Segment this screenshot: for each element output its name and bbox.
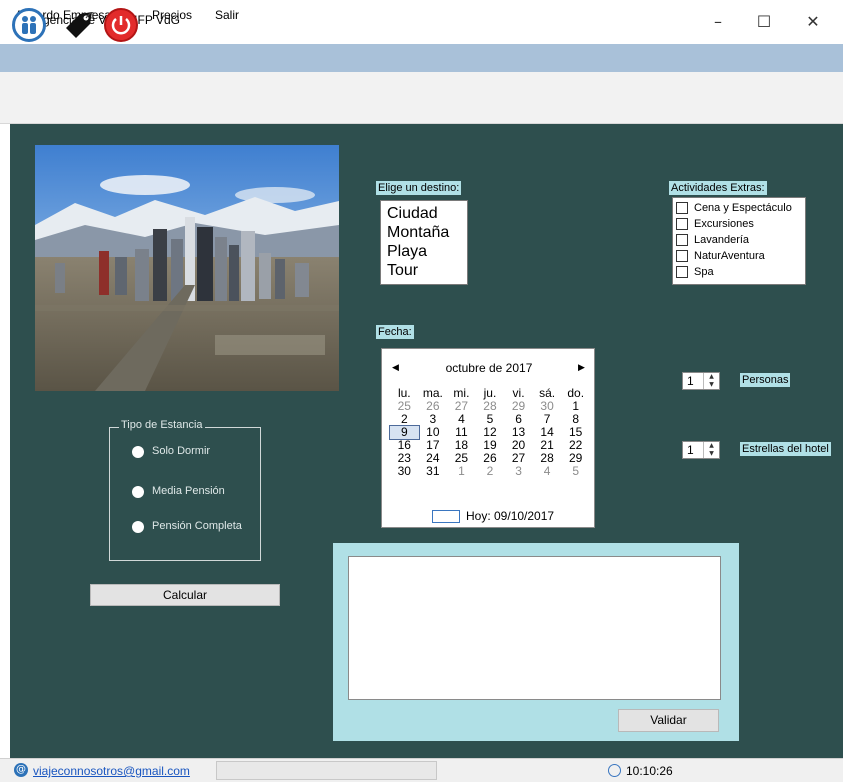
next-month-icon[interactable]: ▶ bbox=[578, 362, 585, 373]
calendar-day[interactable]: 31 bbox=[419, 465, 448, 478]
menu-salir[interactable]: Salir bbox=[215, 8, 239, 22]
calendar-day[interactable]: 4 bbox=[533, 465, 562, 478]
checkbox[interactable] bbox=[676, 250, 688, 262]
personas-value[interactable]: 1 bbox=[687, 374, 694, 388]
power-icon[interactable] bbox=[104, 8, 138, 42]
radio-solo-dormir[interactable] bbox=[132, 446, 144, 458]
calendar-day[interactable]: 5 bbox=[561, 465, 590, 478]
actividad-label: NaturAventura bbox=[694, 250, 765, 262]
email-icon: @ bbox=[14, 763, 28, 777]
email-link[interactable]: viajeconnosotros@gmail.com bbox=[33, 764, 190, 778]
minimize-button[interactable]: – bbox=[695, 8, 741, 36]
validar-button[interactable]: Validar bbox=[618, 709, 719, 732]
clock-icon bbox=[608, 764, 621, 777]
radio-label-solo-dormir[interactable]: Solo Dormir bbox=[152, 445, 210, 457]
calendar-day[interactable]: 3 bbox=[504, 465, 533, 478]
calendar-month-title[interactable]: octubre de 2017 bbox=[382, 361, 596, 375]
status-time: 10:10:26 bbox=[626, 764, 673, 778]
calcular-button[interactable]: Calcular bbox=[90, 584, 280, 606]
calendar-day[interactable]: 30 bbox=[390, 465, 419, 478]
checkbox[interactable] bbox=[676, 202, 688, 214]
calendar-day[interactable]: 2 bbox=[476, 465, 505, 478]
actividad-item[interactable]: Spa bbox=[676, 264, 802, 280]
status-field bbox=[216, 761, 437, 780]
destino-label: Elige un destino: bbox=[376, 181, 462, 195]
radio-pension-completa[interactable] bbox=[132, 521, 144, 533]
actividad-label: Spa bbox=[694, 266, 714, 278]
actividad-label: Excursiones bbox=[694, 218, 754, 230]
radio-label-pension-completa[interactable]: Pensión Completa bbox=[152, 520, 242, 532]
radio-label-media-pension[interactable]: Media Pensión bbox=[152, 485, 225, 497]
actividades-label: Actividades Extras: bbox=[669, 181, 767, 195]
estrellas-value[interactable]: 1 bbox=[687, 443, 694, 457]
destino-item[interactable]: Tour bbox=[387, 261, 461, 280]
actividad-item[interactable]: Lavandería bbox=[676, 232, 802, 248]
calendar-day[interactable]: 1 bbox=[447, 465, 476, 478]
actividad-item[interactable]: Excursiones bbox=[676, 216, 802, 232]
price-tag-icon[interactable] bbox=[62, 8, 96, 42]
estancia-legend: Tipo de Estancia bbox=[119, 419, 205, 431]
checkbox[interactable] bbox=[676, 266, 688, 278]
actividad-label: Cena y Espectáculo bbox=[694, 202, 792, 214]
checkbox[interactable] bbox=[676, 234, 688, 246]
fecha-label: Fecha: bbox=[376, 325, 414, 339]
people-icon[interactable] bbox=[12, 8, 46, 42]
result-textbox[interactable] bbox=[348, 556, 721, 700]
today-marker bbox=[432, 510, 460, 523]
menu-precios[interactable]: Precios bbox=[152, 8, 192, 22]
actividad-label: Lavandería bbox=[694, 234, 750, 246]
estrellas-spinner[interactable]: 1 ▲ ▼ bbox=[682, 441, 720, 459]
estrellas-label: Estrellas del hotel bbox=[740, 442, 831, 456]
personas-spinner[interactable]: 1 ▲ ▼ bbox=[682, 372, 720, 390]
month-calendar[interactable]: ◀ octubre de 2017 ▶ lu. ma. mi. ju. vi. sá. do… bbox=[381, 348, 595, 528]
today-link[interactable]: Hoy: 09/10/2017 bbox=[466, 509, 554, 523]
spinner-arrows-icon[interactable]: ▲ ▼ bbox=[703, 373, 719, 389]
menu-bar bbox=[0, 44, 843, 72]
destino-item[interactable]: Playa bbox=[387, 242, 461, 261]
destino-item[interactable]: Montaña bbox=[387, 223, 461, 242]
actividad-item[interactable]: NaturAventura bbox=[676, 248, 802, 264]
actividades-checklist[interactable]: Cena y Espectáculo Excursiones Lavanderí… bbox=[672, 197, 806, 285]
calendar-grid: lu. ma. mi. ju. vi. sá. do. 25 26 27 28 29 30 1 2 3 4 5 6 7… bbox=[389, 387, 590, 478]
calendar-week-row: 30 31 1 2 3 4 5 bbox=[390, 465, 590, 478]
radio-media-pension[interactable] bbox=[132, 486, 144, 498]
close-button[interactable]: ✕ bbox=[790, 8, 836, 36]
city-image bbox=[35, 145, 339, 391]
spinner-arrows-icon[interactable]: ▲ ▼ bbox=[703, 442, 719, 458]
destino-listbox[interactable]: Ciudad Montaña Playa Tour bbox=[380, 200, 468, 285]
toolbar bbox=[0, 72, 843, 124]
destino-item[interactable]: Ciudad bbox=[387, 204, 461, 223]
checkbox[interactable] bbox=[676, 218, 688, 230]
personas-label: Personas bbox=[740, 373, 791, 387]
actividad-item[interactable]: Cena y Espectáculo bbox=[676, 200, 802, 216]
maximize-button[interactable]: ☐ bbox=[741, 8, 787, 36]
window-left-edge bbox=[0, 124, 10, 758]
